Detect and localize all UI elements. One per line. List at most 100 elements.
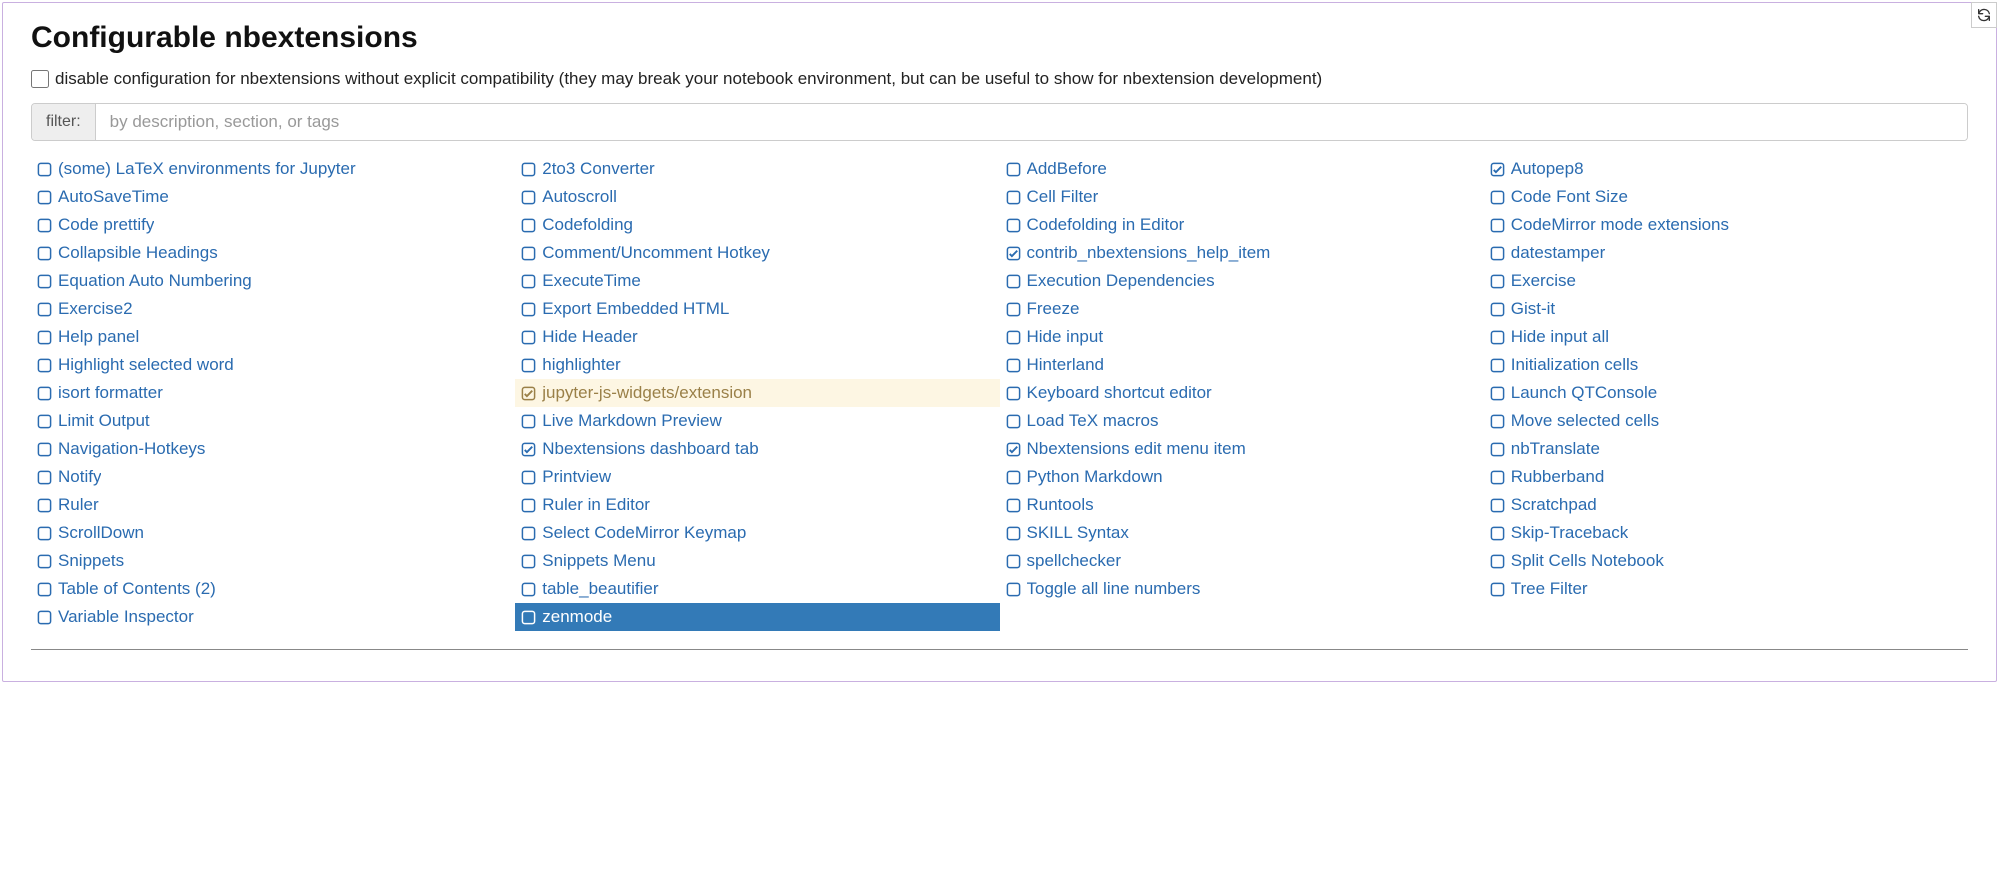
checkbox-unchecked-icon[interactable]: [521, 554, 536, 569]
checkbox-unchecked-icon[interactable]: [521, 582, 536, 597]
checkbox-unchecked-icon[interactable]: [1490, 582, 1505, 597]
extension-item[interactable]: Rubberband: [1484, 463, 1968, 491]
extension-item[interactable]: Variable Inspector: [31, 603, 515, 631]
checkbox-unchecked-icon[interactable]: [521, 330, 536, 345]
checkbox-unchecked-icon[interactable]: [37, 274, 52, 289]
checkbox-unchecked-icon[interactable]: [1006, 274, 1021, 289]
extension-item[interactable]: Live Markdown Preview: [515, 407, 999, 435]
checkbox-unchecked-icon[interactable]: [1006, 190, 1021, 205]
extension-item[interactable]: nbTranslate: [1484, 435, 1968, 463]
checkbox-checked-icon[interactable]: [1006, 442, 1021, 457]
extension-item[interactable]: Export Embedded HTML: [515, 295, 999, 323]
extension-item[interactable]: Notify: [31, 463, 515, 491]
extension-item[interactable]: Load TeX macros: [1000, 407, 1484, 435]
checkbox-unchecked-icon[interactable]: [1490, 554, 1505, 569]
extension-item[interactable]: SKILL Syntax: [1000, 519, 1484, 547]
extension-item[interactable]: Nbextensions edit menu item: [1000, 435, 1484, 463]
checkbox-unchecked-icon[interactable]: [1006, 554, 1021, 569]
checkbox-unchecked-icon[interactable]: [1006, 218, 1021, 233]
checkbox-unchecked-icon[interactable]: [521, 190, 536, 205]
extension-item[interactable]: Codefolding in Editor: [1000, 211, 1484, 239]
extension-item[interactable]: highlighter: [515, 351, 999, 379]
checkbox-unchecked-icon[interactable]: [37, 610, 52, 625]
checkbox-unchecked-icon[interactable]: [37, 386, 52, 401]
checkbox-unchecked-icon[interactable]: [37, 302, 52, 317]
checkbox-unchecked-icon[interactable]: [37, 162, 52, 177]
checkbox-unchecked-icon[interactable]: [37, 526, 52, 541]
checkbox-unchecked-icon[interactable]: [521, 498, 536, 513]
extension-item[interactable]: Highlight selected word: [31, 351, 515, 379]
extension-item[interactable]: Collapsible Headings: [31, 239, 515, 267]
checkbox-unchecked-icon[interactable]: [1006, 470, 1021, 485]
extension-item[interactable]: Exercise2: [31, 295, 515, 323]
checkbox-checked-icon[interactable]: [521, 442, 536, 457]
extension-item[interactable]: Runtools: [1000, 491, 1484, 519]
extension-item[interactable]: contrib_nbextensions_help_item: [1000, 239, 1484, 267]
compat-checkbox[interactable]: [31, 70, 49, 88]
extension-item[interactable]: (some) LaTeX environments for Jupyter: [31, 155, 515, 183]
extension-item[interactable]: Autoscroll: [515, 183, 999, 211]
extension-item[interactable]: datestamper: [1484, 239, 1968, 267]
checkbox-checked-icon[interactable]: [521, 386, 536, 401]
checkbox-unchecked-icon[interactable]: [37, 582, 52, 597]
checkbox-unchecked-icon[interactable]: [1490, 498, 1505, 513]
extension-item[interactable]: Initialization cells: [1484, 351, 1968, 379]
checkbox-unchecked-icon[interactable]: [521, 218, 536, 233]
checkbox-unchecked-icon[interactable]: [1006, 302, 1021, 317]
checkbox-unchecked-icon[interactable]: [1490, 414, 1505, 429]
checkbox-unchecked-icon[interactable]: [1006, 526, 1021, 541]
checkbox-unchecked-icon[interactable]: [37, 470, 52, 485]
extension-item[interactable]: Split Cells Notebook: [1484, 547, 1968, 575]
filter-input[interactable]: [96, 104, 1967, 140]
extension-item[interactable]: Snippets Menu: [515, 547, 999, 575]
checkbox-unchecked-icon[interactable]: [521, 246, 536, 261]
extension-item[interactable]: ScrollDown: [31, 519, 515, 547]
extension-item[interactable]: jupyter-js-widgets/extension: [515, 379, 999, 407]
extension-item[interactable]: Freeze: [1000, 295, 1484, 323]
checkbox-unchecked-icon[interactable]: [1006, 498, 1021, 513]
extension-item[interactable]: Help panel: [31, 323, 515, 351]
checkbox-unchecked-icon[interactable]: [37, 190, 52, 205]
extension-item[interactable]: Nbextensions dashboard tab: [515, 435, 999, 463]
checkbox-unchecked-icon[interactable]: [521, 610, 536, 625]
extension-item[interactable]: Execution Dependencies: [1000, 267, 1484, 295]
extension-item[interactable]: zenmode: [515, 603, 999, 631]
extension-item[interactable]: AutoSaveTime: [31, 183, 515, 211]
extension-item[interactable]: Skip-Traceback: [1484, 519, 1968, 547]
extension-item[interactable]: Limit Output: [31, 407, 515, 435]
extension-item[interactable]: Select CodeMirror Keymap: [515, 519, 999, 547]
extension-item[interactable]: Hide Header: [515, 323, 999, 351]
extension-item[interactable]: 2to3 Converter: [515, 155, 999, 183]
checkbox-checked-icon[interactable]: [1006, 246, 1021, 261]
checkbox-unchecked-icon[interactable]: [1006, 330, 1021, 345]
checkbox-unchecked-icon[interactable]: [1490, 218, 1505, 233]
extension-item[interactable]: Ruler in Editor: [515, 491, 999, 519]
extension-item[interactable]: Equation Auto Numbering: [31, 267, 515, 295]
checkbox-unchecked-icon[interactable]: [37, 218, 52, 233]
extension-item[interactable]: Hinterland: [1000, 351, 1484, 379]
extension-item[interactable]: Toggle all line numbers: [1000, 575, 1484, 603]
refresh-button[interactable]: [1971, 2, 1997, 28]
checkbox-unchecked-icon[interactable]: [37, 442, 52, 457]
extension-item[interactable]: Code prettify: [31, 211, 515, 239]
extension-item[interactable]: Launch QTConsole: [1484, 379, 1968, 407]
checkbox-unchecked-icon[interactable]: [1006, 414, 1021, 429]
checkbox-unchecked-icon[interactable]: [521, 470, 536, 485]
extension-item[interactable]: Tree Filter: [1484, 575, 1968, 603]
checkbox-unchecked-icon[interactable]: [1490, 330, 1505, 345]
extension-item[interactable]: Comment/Uncomment Hotkey: [515, 239, 999, 267]
extension-item[interactable]: Codefolding: [515, 211, 999, 239]
checkbox-unchecked-icon[interactable]: [1490, 358, 1505, 373]
extension-item[interactable]: Scratchpad: [1484, 491, 1968, 519]
extension-item[interactable]: Hide input all: [1484, 323, 1968, 351]
extension-item[interactable]: CodeMirror mode extensions: [1484, 211, 1968, 239]
extension-item[interactable]: Hide input: [1000, 323, 1484, 351]
extension-item[interactable]: table_beautifier: [515, 575, 999, 603]
checkbox-unchecked-icon[interactable]: [37, 498, 52, 513]
extension-item[interactable]: Code Font Size: [1484, 183, 1968, 211]
checkbox-unchecked-icon[interactable]: [1490, 386, 1505, 401]
checkbox-unchecked-icon[interactable]: [37, 414, 52, 429]
checkbox-unchecked-icon[interactable]: [1006, 582, 1021, 597]
extension-item[interactable]: AddBefore: [1000, 155, 1484, 183]
extension-item[interactable]: Python Markdown: [1000, 463, 1484, 491]
